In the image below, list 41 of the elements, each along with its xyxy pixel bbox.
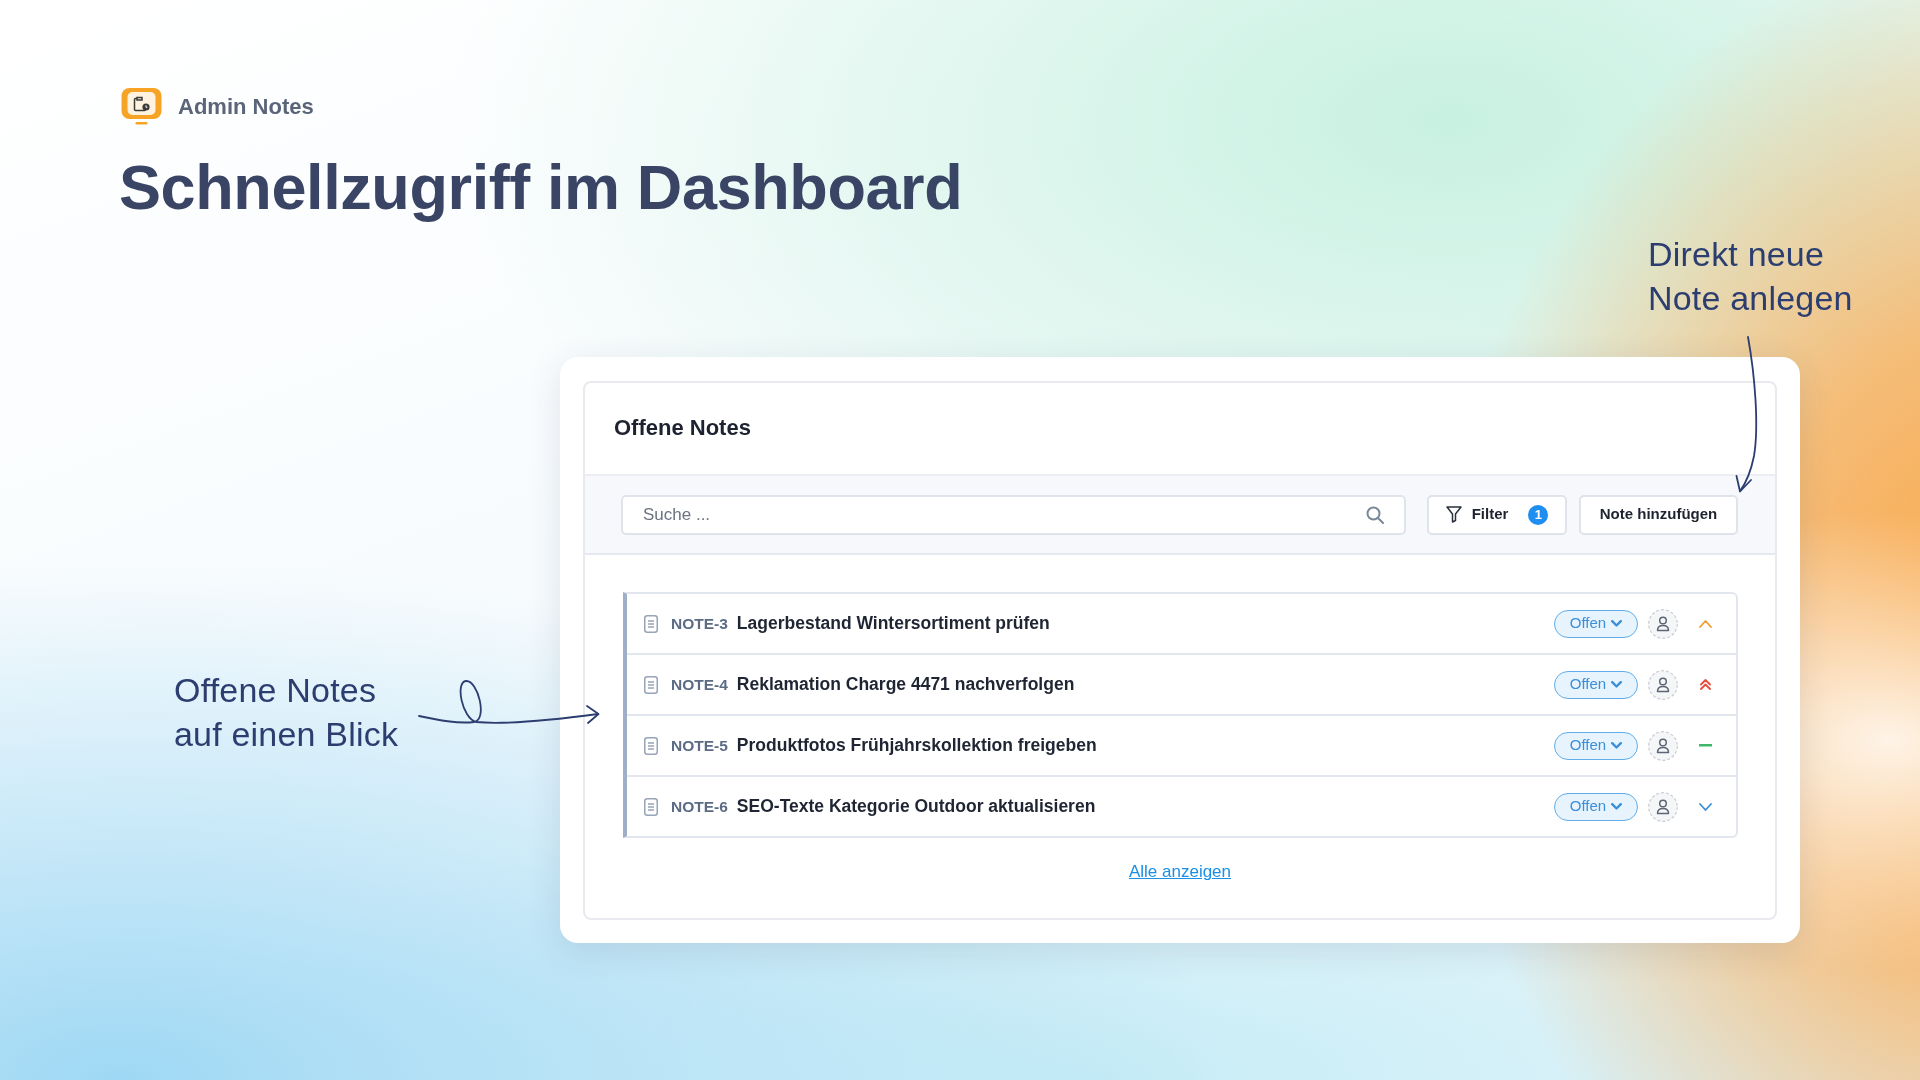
document-icon xyxy=(644,675,658,694)
search-field[interactable]: Suche ... xyxy=(621,494,1406,535)
note-id: NOTE-5 xyxy=(671,735,728,756)
chevron-up-icon xyxy=(1698,619,1712,628)
document-icon xyxy=(644,797,658,816)
add-note-button[interactable]: Note hinzufügen xyxy=(1579,494,1738,535)
card-title: Offene Notes xyxy=(614,415,751,442)
logo-icon xyxy=(121,88,162,125)
note-id: NOTE-3 xyxy=(671,613,728,634)
note-title: SEO-Texte Kategorie Outdoor aktualisieren xyxy=(736,795,1096,819)
show-all-link[interactable]: Alle anzeigen xyxy=(1128,862,1232,881)
caret-icon xyxy=(1611,620,1623,627)
note-row[interactable]: NOTE-6 SEO-Texte Kategorie Outdoor aktualisieren Offen xyxy=(627,775,1736,836)
note-row[interactable]: NOTE-3 Lagerbestand Wintersortiment prüfen Offen xyxy=(627,594,1736,653)
dash-icon xyxy=(1698,744,1712,747)
note-title: Reklamation Charge 4471 nachverfolgen xyxy=(736,673,1075,697)
app-name: Admin Notes xyxy=(178,93,314,121)
user-icon[interactable] xyxy=(1648,791,1678,822)
note-title: Lagerbestand Wintersortiment prüfen xyxy=(736,612,1050,636)
double-chevron-up-icon xyxy=(1699,679,1711,690)
user-icon[interactable] xyxy=(1648,608,1678,639)
note-id: NOTE-4 xyxy=(671,674,728,695)
note-row[interactable]: NOTE-4 Reklamation Charge 4471 nachverfolgen Offen xyxy=(627,653,1736,714)
user-icon[interactable] xyxy=(1648,730,1678,761)
caret-icon xyxy=(1611,803,1623,810)
caret-icon xyxy=(1611,742,1623,749)
annotation-text: Direkt neue Note anlegen xyxy=(1648,234,1853,319)
document-icon xyxy=(644,614,658,633)
note-row[interactable]: NOTE-5 Produktfotos Frühjahrskollektion freigeben Offen xyxy=(627,714,1736,775)
filter-button[interactable]: Filter 1 xyxy=(1427,494,1567,535)
note-id: NOTE-6 xyxy=(671,796,728,817)
caret-icon xyxy=(1611,681,1623,688)
funnel-icon xyxy=(1445,506,1462,523)
search-icon[interactable] xyxy=(1366,505,1384,524)
annotation-text: Offene Notes auf einen Blick xyxy=(174,670,399,755)
user-icon[interactable] xyxy=(1648,669,1678,700)
document-icon xyxy=(644,736,658,755)
filter-count: 1 xyxy=(1528,504,1549,525)
chevron-down-icon xyxy=(1698,802,1712,811)
page-title: Schnellzugriff im Dashboard xyxy=(119,151,963,224)
note-title: Produktfotos Frühjahrskollektion freigeben xyxy=(736,734,1097,758)
